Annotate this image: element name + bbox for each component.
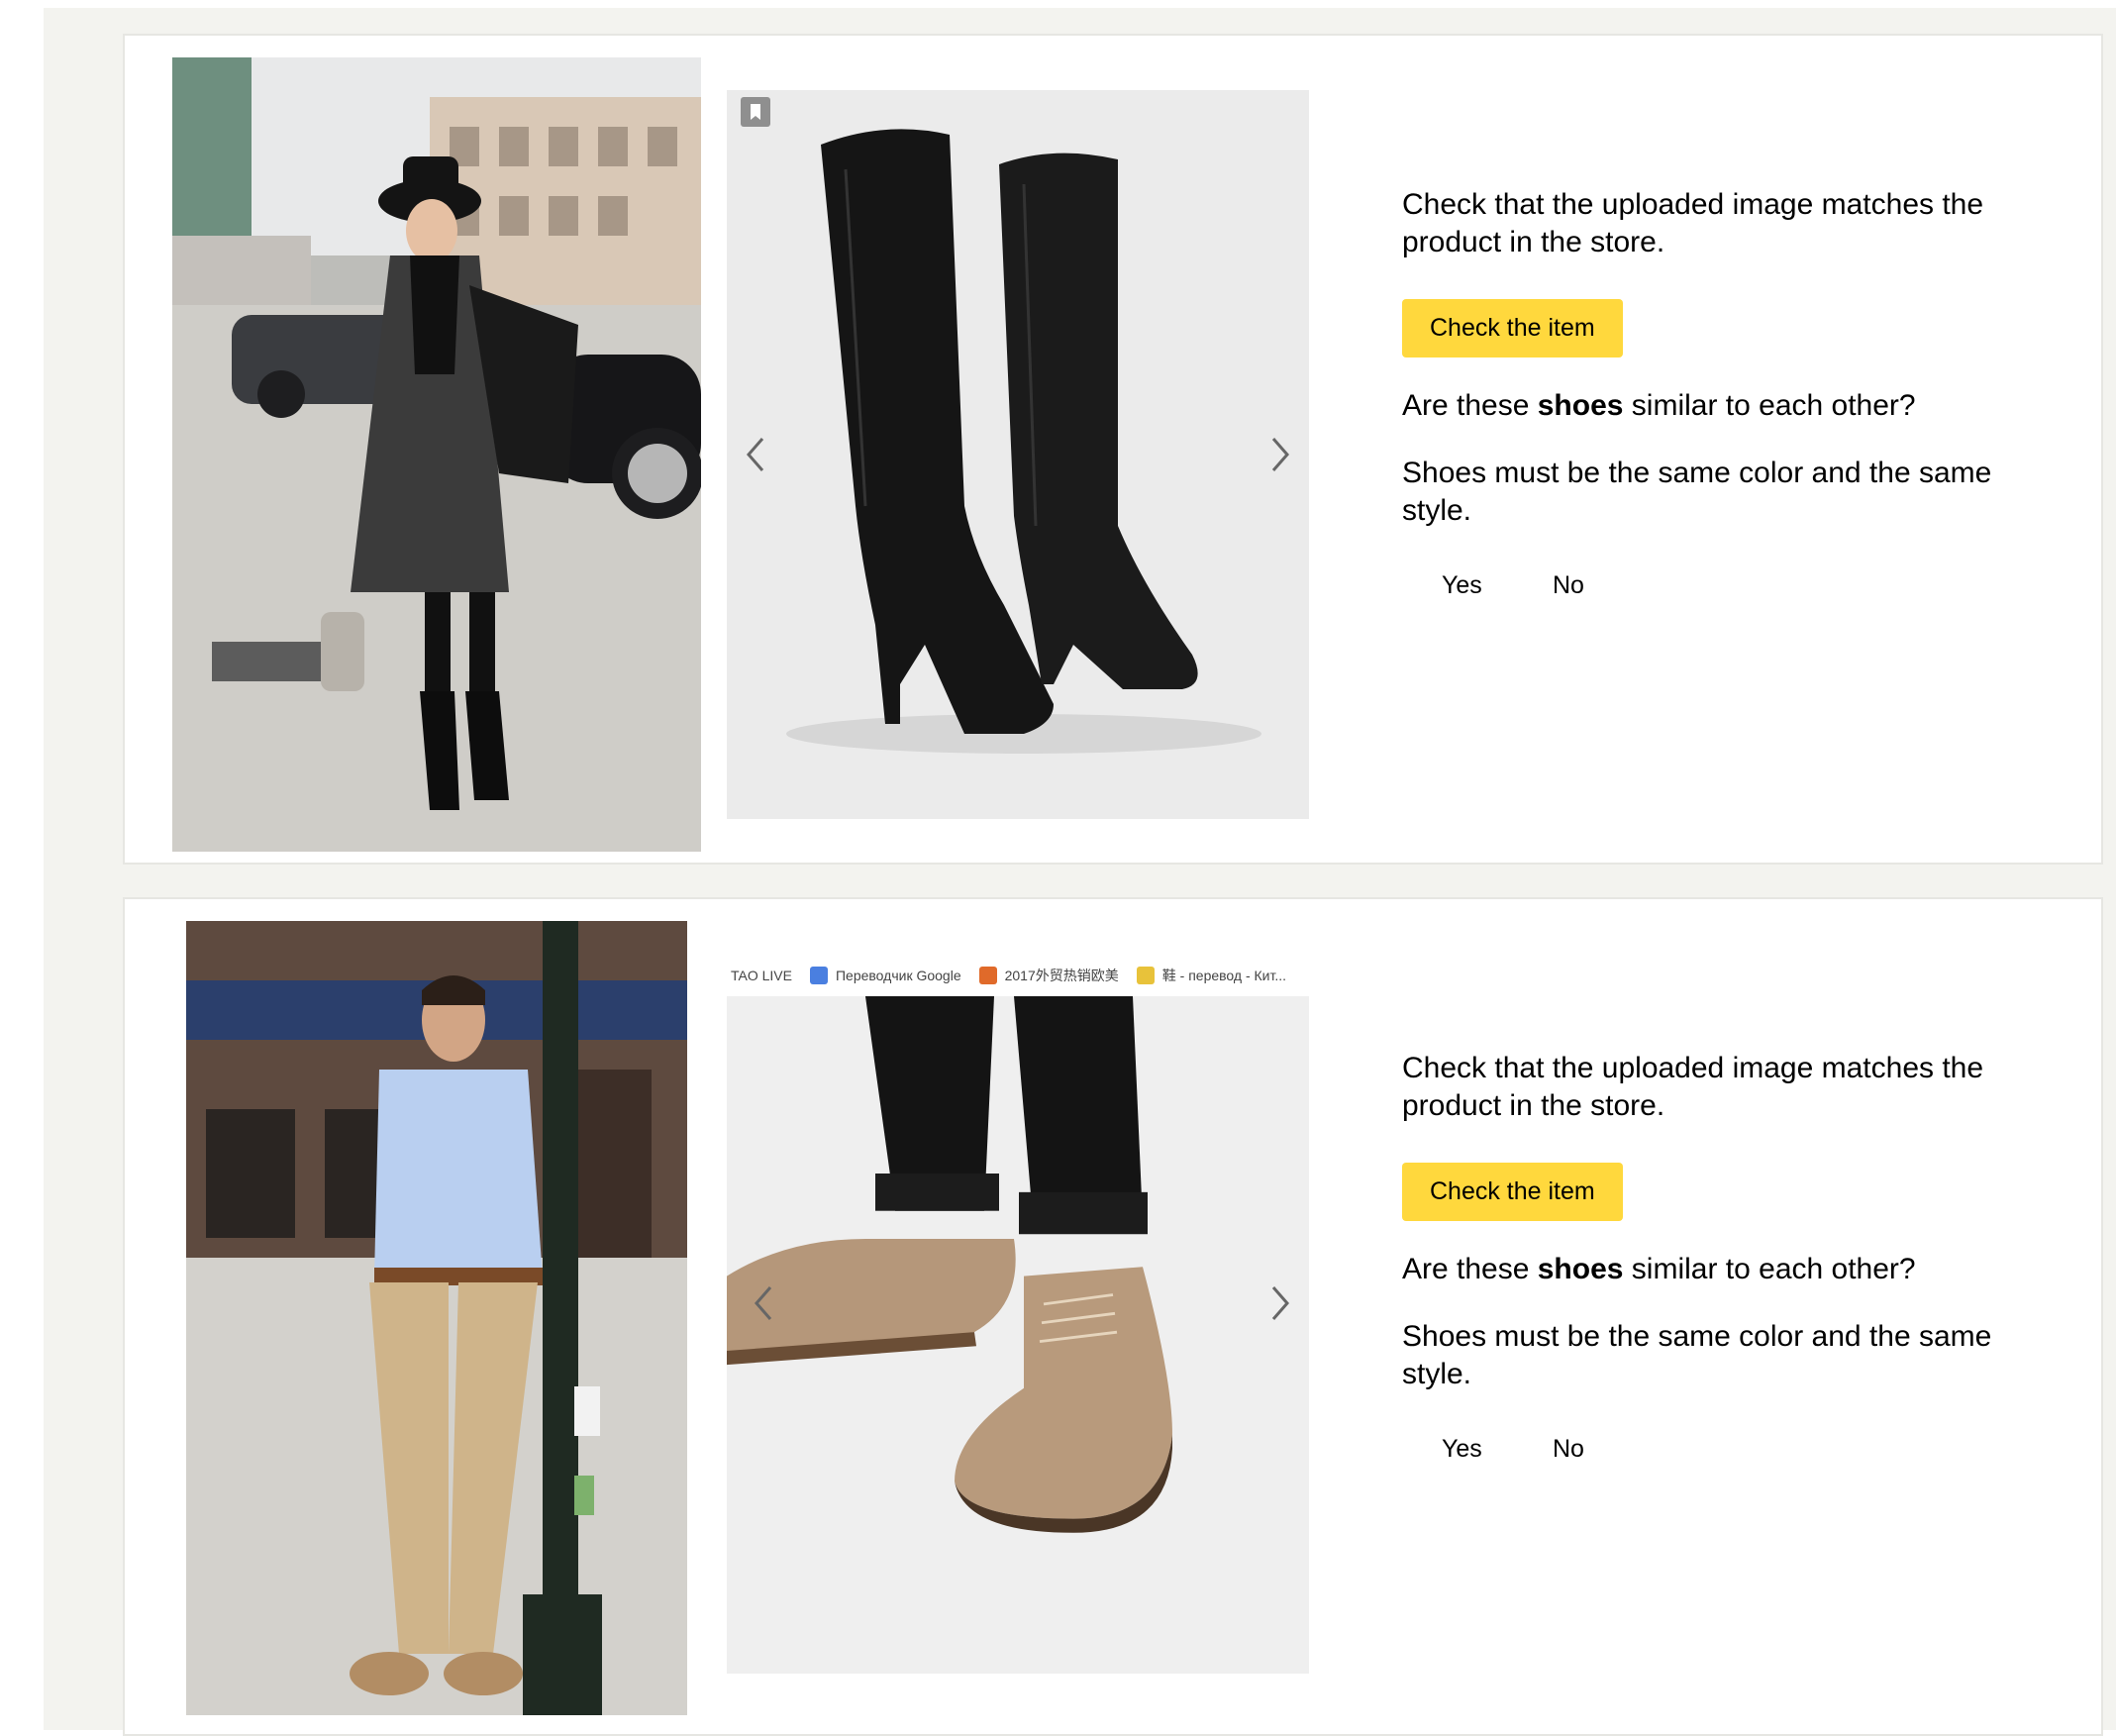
task-card: TAO LIVE Переводчик Google 2017外贸热销欧美 鞋 … [123,897,2103,1736]
street-style-photo [186,921,687,1715]
task-card: Check that the uploaded image matches th… [123,34,2103,865]
chevron-left-icon[interactable] [737,425,776,484]
dictionary-icon [1136,967,1155,984]
question-suffix: similar to each other? [1623,1253,1916,1285]
answer-yes[interactable]: Yes [1442,571,1553,600]
requirement-text: Shoes must be the same color and the sam… [1402,457,1992,527]
answer-options: Yes No [1402,1435,1996,1464]
question-prefix: Are these [1402,1253,1538,1285]
chevron-right-icon[interactable] [1260,425,1299,484]
answer-no[interactable]: No [1553,571,1663,600]
question-emphasis: shoes [1537,389,1624,422]
question-prefix: Are these [1402,389,1538,422]
check-item-button[interactable]: Check the item [1402,299,1623,357]
street-style-photo [172,57,701,852]
translate-icon [809,967,828,984]
instruction-text: Check that the uploaded image matches th… [1402,188,1984,258]
bookmark-label: 鞋 - перевод - Кит... [1161,968,1287,983]
task-list: Check that the uploaded image matches th… [44,8,2116,1736]
answer-no[interactable]: No [1553,1435,1663,1464]
browser-bookmarks-bar: TAO LIVE Переводчик Google 2017外贸热销欧美 鞋 … [727,955,1309,996]
answer-options: Yes No [1402,571,1996,600]
question-text: Are these shoes similar to each other? [1402,387,1996,425]
product-image-carousel[interactable]: TAO LIVE Переводчик Google 2017外贸热销欧美 鞋 … [727,955,1309,1674]
bookmark-label: Переводчик Google [835,968,961,983]
instruction-text: Check that the uploaded image matches th… [1402,1052,1984,1122]
chevron-left-icon[interactable] [745,1274,784,1333]
bookmark-icon[interactable] [741,97,770,127]
chevron-right-icon[interactable] [1260,1274,1299,1333]
answer-yes[interactable]: Yes [1442,1435,1553,1464]
site-icon [978,967,997,984]
product-image-carousel[interactable] [727,90,1309,819]
requirement-text: Shoes must be the same color and the sam… [1402,1320,1992,1390]
task-panel: Check that the uploaded image matches th… [1402,1050,1996,1464]
bookmark-label: TAO LIVE [731,968,792,983]
check-item-button[interactable]: Check the item [1402,1163,1623,1221]
bookmark-item[interactable]: Переводчик Google [809,967,961,984]
bookmark-item[interactable]: 鞋 - перевод - Кит... [1136,966,1287,985]
product-image [727,90,1309,819]
product-image [727,996,1309,1635]
question-text: Are these shoes similar to each other? [1402,1251,1996,1288]
question-suffix: similar to each other? [1623,389,1916,422]
task-panel: Check that the uploaded image matches th… [1402,186,1996,600]
bookmark-item[interactable]: 2017外贸热销欧美 [978,966,1119,985]
bookmark-item[interactable]: TAO LIVE [731,968,792,983]
bookmark-label: 2017外贸热销欧美 [1004,968,1119,983]
question-emphasis: shoes [1537,1253,1624,1285]
